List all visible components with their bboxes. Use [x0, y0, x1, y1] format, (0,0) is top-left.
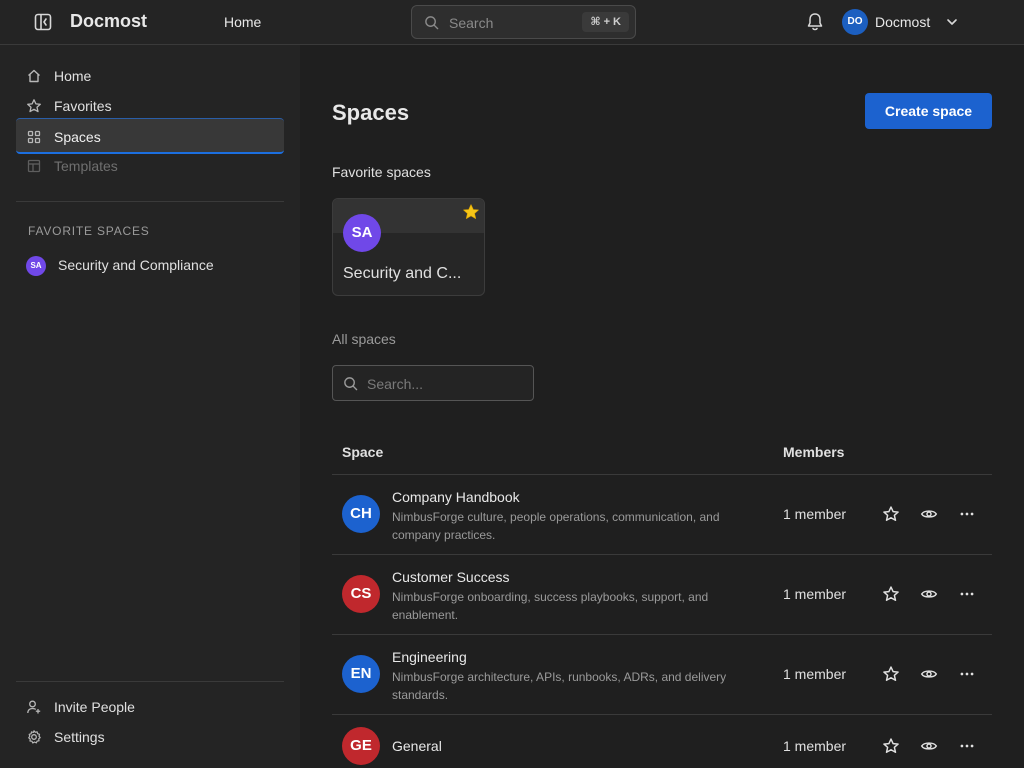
favorite-space-card-name: Security and C...: [343, 265, 462, 282]
space-name[interactable]: Engineering: [392, 649, 467, 665]
spaces-table: Space Members CH Company Handbook Nimbus…: [332, 435, 992, 768]
more-dots-icon[interactable]: [958, 585, 978, 605]
space-avatar: EN: [342, 655, 380, 693]
table-header: Space Members: [332, 435, 992, 475]
space-name[interactable]: General: [392, 738, 442, 754]
column-header-members: Members: [783, 444, 845, 460]
more-dots-icon[interactable]: [958, 505, 978, 525]
user-avatar[interactable]: DO: [842, 9, 868, 35]
space-description: NimbusForge onboarding, success playbook…: [392, 590, 709, 622]
sidebar-favorite-space[interactable]: SA Security and Compliance: [16, 250, 284, 280]
search-icon: [343, 376, 358, 396]
search-shortcut-badge: ⌘ + K: [582, 12, 629, 32]
global-search-button[interactable]: Search ⌘ + K: [411, 5, 636, 39]
favorite-spaces-heading: FAVORITE SPACES: [28, 224, 150, 238]
sidebar-divider: [16, 681, 284, 682]
space-name[interactable]: Company Handbook: [392, 489, 520, 505]
space-description: NimbusForge culture, people operations, …: [392, 510, 720, 542]
sidebar-item-label: Home: [54, 68, 92, 84]
space-description: NimbusForge architecture, APIs, runbooks…: [392, 670, 727, 702]
table-row[interactable]: GE General 1 member: [332, 715, 992, 768]
main-content: Spaces Create space Favorite spaces SA S…: [300, 45, 1024, 768]
favorite-spaces-heading: Favorite spaces: [332, 164, 431, 180]
eye-icon[interactable]: [920, 665, 940, 685]
member-count: 1 member: [783, 586, 847, 602]
template-icon: [26, 158, 42, 179]
space-search-field[interactable]: [332, 365, 534, 401]
top-bar: Docmost Home Search ⌘ + K DO Docmost: [0, 0, 1024, 45]
eye-icon[interactable]: [920, 585, 940, 605]
sidebar-item-label: Favorites: [54, 98, 112, 114]
star-icon[interactable]: [882, 585, 902, 605]
user-menu-name[interactable]: Docmost: [875, 14, 930, 30]
favorite-space-card[interactable]: SA Security and C...: [332, 198, 485, 296]
member-count: 1 member: [783, 738, 847, 754]
settings-button[interactable]: Settings: [16, 722, 284, 752]
star-icon[interactable]: [882, 505, 902, 525]
search-icon: [424, 15, 439, 35]
sidebar: Home Favorites Spaces Templates FAVORITE…: [0, 45, 300, 768]
space-avatar: SA: [343, 214, 381, 252]
space-avatar: GE: [342, 727, 380, 765]
table-row[interactable]: EN Engineering NimbusForge architecture,…: [332, 635, 992, 715]
star-filled-icon[interactable]: [462, 203, 480, 226]
sidebar-item-templates[interactable]: Templates: [16, 151, 284, 181]
column-header-space: Space: [342, 444, 384, 460]
eye-icon[interactable]: [920, 737, 940, 757]
grid-icon: [26, 129, 42, 150]
space-avatar: CS: [342, 575, 380, 613]
table-row[interactable]: CH Company Handbook NimbusForge culture,…: [332, 475, 992, 555]
sidebar-item-spaces[interactable]: Spaces: [16, 118, 284, 154]
page-title: Spaces: [332, 100, 410, 125]
space-name[interactable]: Customer Success: [392, 569, 509, 585]
eye-icon[interactable]: [920, 505, 940, 525]
more-dots-icon[interactable]: [958, 737, 978, 757]
create-space-button[interactable]: Create space: [865, 93, 992, 129]
member-count: 1 member: [783, 666, 847, 682]
space-avatar: SA: [26, 256, 46, 276]
member-count: 1 member: [783, 506, 847, 522]
sidebar-item-home[interactable]: Home: [16, 61, 284, 91]
brand-logo-text[interactable]: Docmost: [70, 11, 147, 32]
invite-people-button[interactable]: Invite People: [16, 692, 284, 722]
star-icon[interactable]: [882, 665, 902, 685]
space-search-input[interactable]: [367, 374, 522, 394]
nav-home-link[interactable]: Home: [224, 14, 261, 30]
favorite-space-name: Security and Compliance: [58, 257, 214, 273]
star-icon[interactable]: [882, 737, 902, 757]
more-dots-icon[interactable]: [958, 665, 978, 685]
sidebar-toggle-icon[interactable]: [33, 12, 53, 32]
gear-icon: [26, 729, 42, 750]
table-row[interactable]: CS Customer Success NimbusForge onboardi…: [332, 555, 992, 635]
all-spaces-heading: All spaces: [332, 331, 396, 347]
sidebar-item-label: Spaces: [54, 129, 101, 145]
sidebar-divider: [16, 201, 284, 202]
star-icon: [26, 98, 42, 119]
sidebar-item-label: Settings: [54, 729, 105, 745]
sidebar-item-label: Invite People: [54, 699, 135, 715]
search-label: Search: [449, 15, 494, 31]
chevron-down-icon[interactable]: [945, 15, 959, 34]
home-icon: [26, 68, 42, 89]
bell-icon[interactable]: [806, 12, 824, 37]
sidebar-item-label: Templates: [54, 158, 118, 174]
user-plus-icon: [26, 699, 42, 720]
space-avatar: CH: [342, 495, 380, 533]
sidebar-item-favorites[interactable]: Favorites: [16, 91, 284, 121]
